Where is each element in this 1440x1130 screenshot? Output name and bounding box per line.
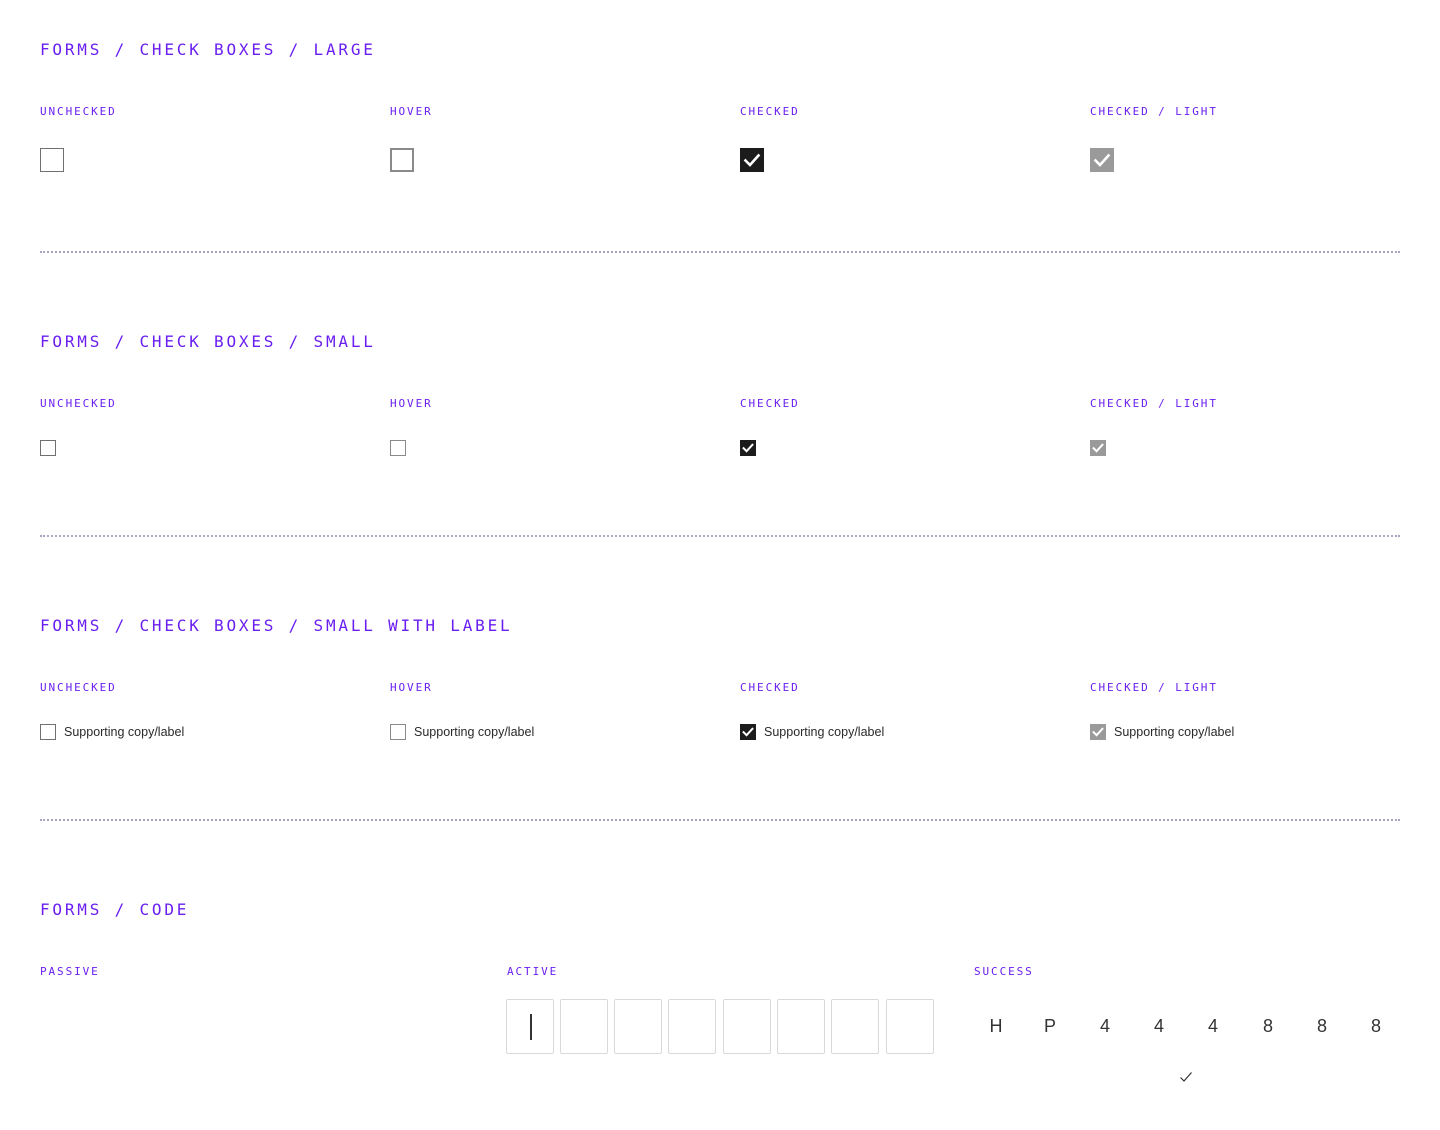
state-label-checked: CHECKED: [740, 105, 800, 118]
code-input-box[interactable]: [886, 999, 934, 1054]
checkbox-small-unchecked[interactable]: [40, 440, 56, 456]
section-title-code: FORMS / CODE: [40, 900, 190, 919]
code-char: 8: [1316, 1016, 1327, 1036]
state-label-success: SUCCESS: [974, 965, 1034, 978]
code-input-box[interactable]: [560, 999, 608, 1054]
checkbox-large-hover[interactable]: [390, 148, 414, 172]
checkmark-icon: [1093, 153, 1111, 167]
code-input-box[interactable]: [831, 999, 879, 1054]
state-label-active: ACTIVE: [507, 965, 559, 978]
section-divider: [40, 535, 1400, 537]
state-label-unchecked: UNCHECKED: [40, 397, 117, 410]
code-char: 8: [1262, 1016, 1273, 1036]
checkmark-icon: [742, 727, 754, 737]
code-input-box[interactable]: [777, 999, 825, 1054]
code-char: 4: [1153, 1016, 1164, 1036]
state-label-hover: HOVER: [390, 397, 433, 410]
state-label-unchecked: UNCHECKED: [40, 105, 117, 118]
checkbox-label[interactable]: Supporting copy/label: [64, 724, 184, 740]
checkbox-small-label-checked-light[interactable]: [1090, 724, 1106, 740]
checkbox-small-label-unchecked[interactable]: [40, 724, 56, 740]
code-input-box[interactable]: [668, 999, 716, 1054]
checkbox-small-checked-light[interactable]: [1090, 440, 1106, 456]
state-label-checked-light: CHECKED / LIGHT: [1090, 397, 1218, 410]
text-caret: [530, 1014, 532, 1040]
state-label-checked: CHECKED: [740, 397, 800, 410]
checkbox-small-hover[interactable]: [390, 440, 406, 456]
checkmark-icon: [1092, 443, 1104, 453]
code-input-box[interactable]: [614, 999, 662, 1054]
section-title-small: FORMS / CHECK BOXES / SMALL: [40, 332, 376, 351]
code-char: P: [1043, 1016, 1056, 1036]
code-input-box-active[interactable]: [506, 999, 554, 1054]
section-divider: [40, 251, 1400, 253]
checkbox-large-unchecked[interactable]: [40, 148, 64, 172]
section-divider: [40, 819, 1400, 821]
state-label-checked-light: CHECKED / LIGHT: [1090, 105, 1218, 118]
checkbox-small-label-checked[interactable]: [740, 724, 756, 740]
checkbox-label[interactable]: Supporting copy/label: [764, 724, 884, 740]
checkbox-label[interactable]: Supporting copy/label: [1114, 724, 1234, 740]
checkmark-icon: [742, 443, 754, 453]
checkmark-icon: [1092, 727, 1104, 737]
code-input-box[interactable]: [723, 999, 771, 1054]
state-label-passive: PASSIVE: [40, 965, 100, 978]
state-label-unchecked: UNCHECKED: [40, 681, 117, 694]
code-char: 8: [1370, 1016, 1381, 1036]
checkbox-small-checked[interactable]: [740, 440, 756, 456]
state-label-hover: HOVER: [390, 105, 433, 118]
code-char: 4: [1099, 1016, 1110, 1036]
checkbox-small-label-hover[interactable]: [390, 724, 406, 740]
checkmark-icon: [1180, 1072, 1192, 1082]
checkbox-large-checked[interactable]: [740, 148, 764, 172]
checkbox-large-checked-light[interactable]: [1090, 148, 1114, 172]
checkbox-label[interactable]: Supporting copy/label: [414, 724, 534, 740]
section-title-large: FORMS / CHECK BOXES / LARGE: [40, 40, 376, 59]
code-char: 4: [1207, 1016, 1218, 1036]
state-label-checked: CHECKED: [740, 681, 800, 694]
state-label-checked-light: CHECKED / LIGHT: [1090, 681, 1218, 694]
code-char: H: [989, 1016, 1003, 1036]
section-title-small-with-label: FORMS / CHECK BOXES / SMALL WITH LABEL: [40, 616, 513, 635]
checkmark-icon: [743, 153, 761, 167]
state-label-hover: HOVER: [390, 681, 433, 694]
